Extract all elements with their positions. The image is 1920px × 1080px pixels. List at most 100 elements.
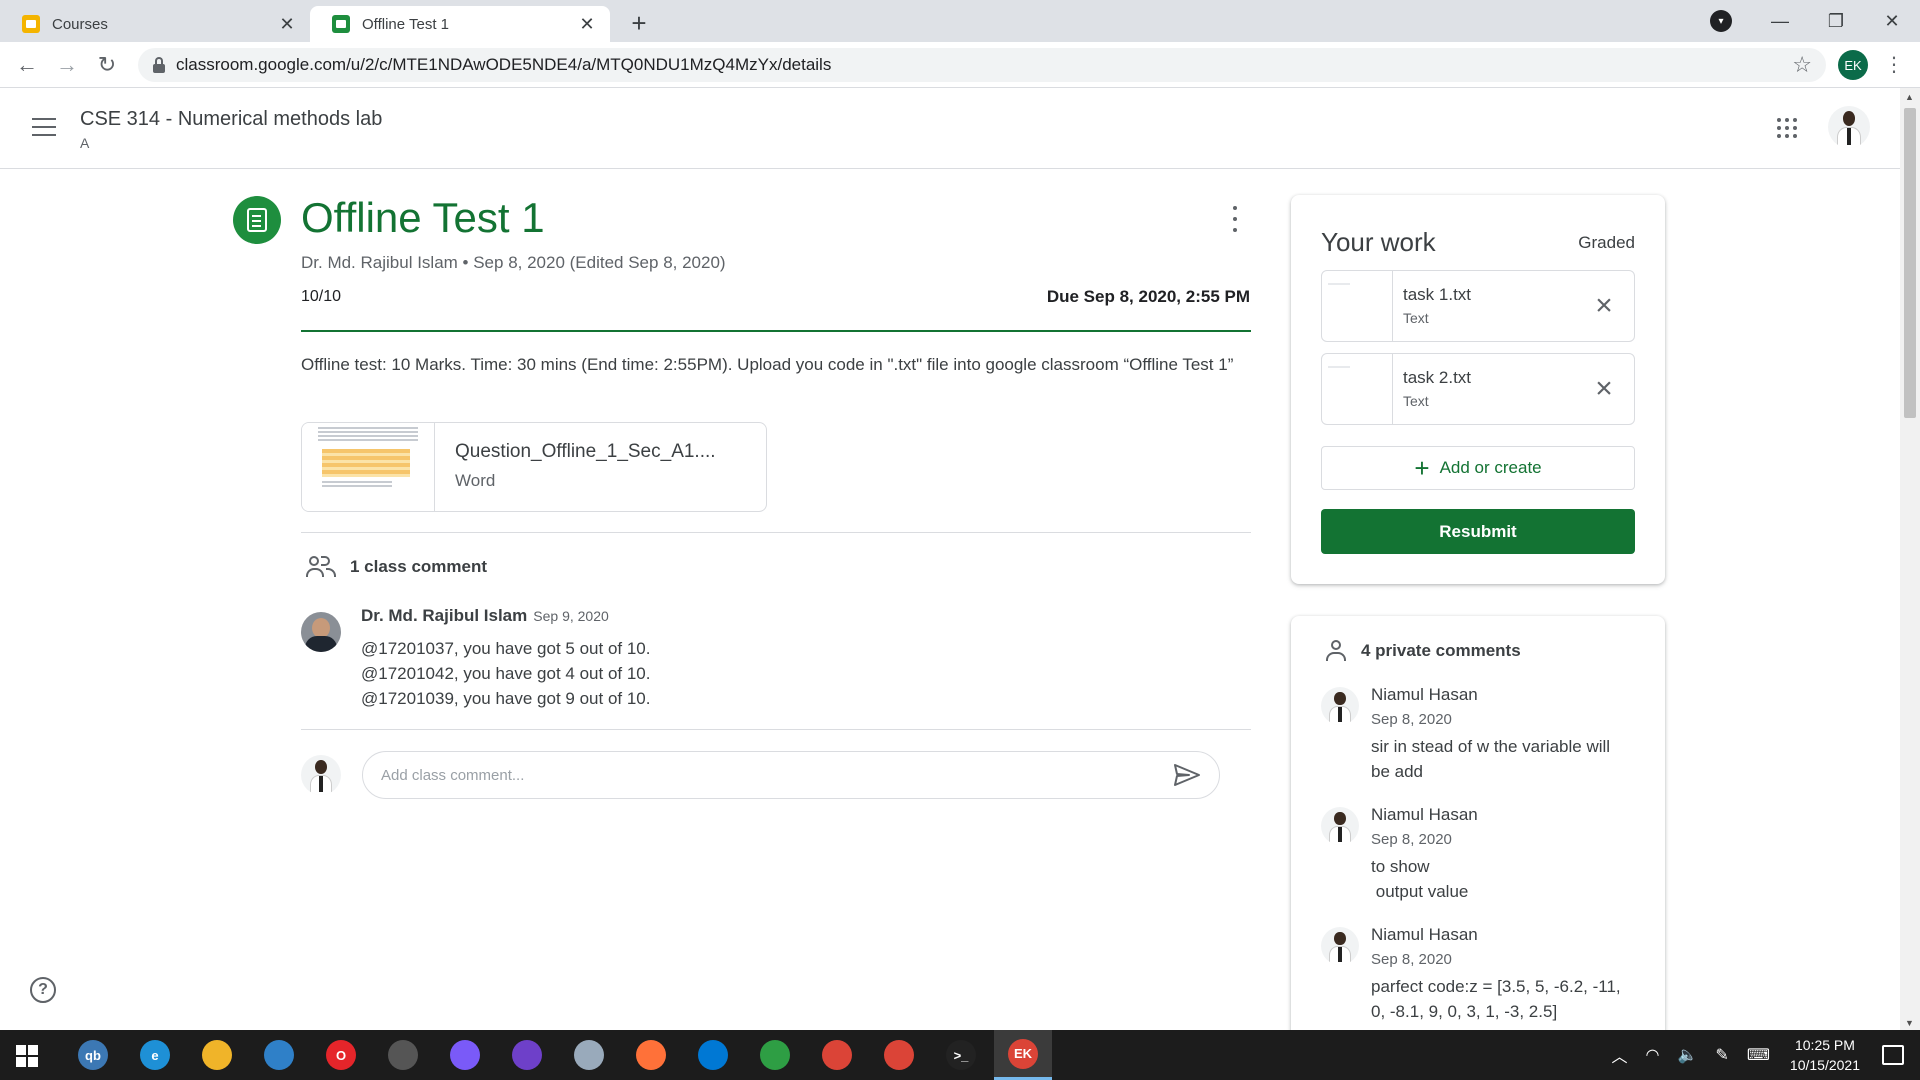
commenter-avatar xyxy=(301,612,341,652)
class-comments-count: 1 class comment xyxy=(350,557,488,576)
windows-start-icon[interactable] xyxy=(16,1045,38,1067)
private-comments-heading[interactable]: 4 private comments xyxy=(1325,640,1521,662)
comment-text: parfect code:z = [3.5, 5, -6.2, -11, 0, … xyxy=(1371,977,1626,1021)
minimize-icon[interactable]: — xyxy=(1752,0,1808,42)
new-tab-button[interactable]: + xyxy=(622,6,656,40)
taskbar-app[interactable] xyxy=(498,1030,556,1080)
class-comments-heading[interactable]: 1 class comment xyxy=(306,556,487,578)
private-comments-count: 4 private comments xyxy=(1361,641,1521,660)
help-icon[interactable]: ? xyxy=(30,977,56,1003)
plus-icon: + xyxy=(1414,452,1430,483)
tab-search-icon[interactable]: ▾ xyxy=(1710,10,1732,32)
class-comment-box[interactable] xyxy=(362,751,1220,799)
browser-tab-strip: Courses ✕ Offline Test 1 ✕ + ▾ — ❐ ✕ xyxy=(0,0,1920,42)
comment-line: @17201039, you have got 9 out of 10. xyxy=(361,689,651,708)
submitted-file[interactable]: task 2.txt Text × xyxy=(1321,353,1635,425)
reload-icon[interactable]: ↻ xyxy=(92,50,122,80)
tab-title: Courses xyxy=(52,15,108,33)
comment-line: @17201042, you have got 4 out of 10. xyxy=(361,664,651,683)
keyboard-icon[interactable]: ⌨ xyxy=(1747,1045,1770,1065)
taskbar-app[interactable] xyxy=(808,1030,866,1080)
course-title[interactable]: CSE 314 - Numerical methods lab xyxy=(80,108,382,131)
tab-courses[interactable]: Courses ✕ xyxy=(0,6,310,42)
comment-author: Niamul Hasan xyxy=(1371,925,1478,944)
forward-icon[interactable]: → xyxy=(52,50,82,80)
comment-author: Niamul Hasan xyxy=(1371,805,1478,824)
firefox-icon xyxy=(636,1040,666,1070)
comment-date: Sep 8, 2020 xyxy=(1371,831,1452,848)
address-bar[interactable]: classroom.google.com/u/2/c/MTE1NDAwODE5N… xyxy=(138,48,1826,82)
scroll-down-icon[interactable]: ▼ xyxy=(1905,1018,1914,1028)
send-icon[interactable] xyxy=(1173,763,1201,787)
taskbar-app[interactable]: O xyxy=(312,1030,370,1080)
system-clock[interactable]: 10:25 PM 10/15/2021 xyxy=(1790,1035,1860,1075)
url-text[interactable]: classroom.google.com/u/2/c/MTE1NDAwODE5N… xyxy=(176,55,1792,75)
clock-time: 10:25 PM xyxy=(1794,1037,1855,1053)
chevron-up-icon[interactable]: ︿ xyxy=(1612,1043,1628,1067)
attachment-type: Word xyxy=(455,471,496,490)
lock-icon[interactable] xyxy=(152,57,166,73)
volume-icon[interactable]: 🔈 xyxy=(1678,1045,1698,1065)
remove-file-icon[interactable]: × xyxy=(1574,271,1634,341)
scrollbar-thumb[interactable] xyxy=(1904,108,1916,418)
taskbar-app[interactable] xyxy=(746,1030,804,1080)
notifications-icon[interactable] xyxy=(1882,1045,1904,1065)
file-name: task 2.txt xyxy=(1403,368,1472,387)
section-divider xyxy=(301,532,1251,533)
scroll-up-icon[interactable]: ▲ xyxy=(1905,92,1914,102)
chrome-menu-icon[interactable]: ⋮ xyxy=(1884,52,1904,77)
page-scrollbar[interactable]: ▲ ▼ xyxy=(1900,88,1920,1030)
commenter-avatar xyxy=(1321,807,1359,845)
comment-header: Dr. Md. Rajibul Islam Sep 9, 2020 xyxy=(361,606,609,626)
account-avatar[interactable] xyxy=(1828,106,1870,148)
add-or-create-button[interactable]: + Add or create xyxy=(1321,446,1635,490)
mail-icon xyxy=(264,1040,294,1070)
close-tab-icon[interactable]: ✕ xyxy=(574,11,600,37)
restore-icon[interactable]: ❐ xyxy=(1808,0,1864,42)
commenter-avatar xyxy=(1321,927,1359,965)
back-icon[interactable]: ← xyxy=(12,50,42,80)
comment-text: to show output value xyxy=(1371,857,1469,901)
comment-divider xyxy=(301,729,1251,730)
qbittorrent-icon: qb xyxy=(78,1040,108,1070)
comment-line: @17201037, you have got 5 out of 10. xyxy=(361,639,651,658)
taskbar-app[interactable] xyxy=(436,1030,494,1080)
github-icon xyxy=(512,1040,542,1070)
taskbar-app[interactable] xyxy=(250,1030,308,1080)
comment-text: sir in stead of w the variable will be a… xyxy=(1371,737,1615,781)
terminal-icon: >_ xyxy=(946,1040,976,1070)
profile-avatar[interactable]: EK xyxy=(1838,50,1868,80)
taskbar-app[interactable]: EK xyxy=(994,1030,1052,1080)
taskbar-app[interactable] xyxy=(684,1030,742,1080)
taskbar-app[interactable]: e xyxy=(126,1030,184,1080)
taskbar-app[interactable] xyxy=(188,1030,246,1080)
bookmark-star-icon[interactable]: ☆ xyxy=(1792,52,1812,78)
attachment-thumbnail xyxy=(302,423,435,511)
taskbar-app[interactable] xyxy=(560,1030,618,1080)
google-apps-icon[interactable] xyxy=(1777,118,1797,138)
taskbar-app[interactable] xyxy=(374,1030,432,1080)
remove-file-icon[interactable]: × xyxy=(1574,354,1634,424)
submitted-file[interactable]: task 1.txt Text × xyxy=(1321,270,1635,342)
close-window-icon[interactable]: ✕ xyxy=(1864,0,1920,42)
taskbar-app[interactable]: qb xyxy=(64,1030,122,1080)
system-tray: ︿ ◠ 🔈 ✎ ⌨ 10:25 PM 10/15/2021 xyxy=(1594,1030,1860,1080)
taskbar-app[interactable] xyxy=(622,1030,680,1080)
window-controls: — ❐ ✕ xyxy=(1752,0,1920,42)
pen-icon[interactable]: ✎ xyxy=(1715,1045,1728,1065)
more-options-icon[interactable] xyxy=(1228,206,1242,232)
title-divider xyxy=(301,330,1251,332)
classroom-favicon-icon xyxy=(332,15,350,33)
taskbar-app[interactable]: >_ xyxy=(932,1030,990,1080)
your-work-card: Your work Graded task 1.txt Text × task … xyxy=(1291,195,1665,584)
person-icon xyxy=(1325,640,1347,662)
wifi-icon[interactable]: ◠ xyxy=(1646,1045,1660,1065)
tab-offline-test[interactable]: Offline Test 1 ✕ xyxy=(310,6,610,42)
class-comment-input[interactable] xyxy=(381,766,1173,784)
attachment-card[interactable]: Question_Offline_1_Sec_A1.... Word xyxy=(301,422,767,512)
resubmit-button[interactable]: Resubmit xyxy=(1321,509,1635,554)
taskbar-app[interactable] xyxy=(870,1030,928,1080)
close-tab-icon[interactable]: ✕ xyxy=(274,11,300,37)
main-menu-icon[interactable] xyxy=(32,118,56,136)
add-or-create-label: Add or create xyxy=(1439,458,1542,477)
